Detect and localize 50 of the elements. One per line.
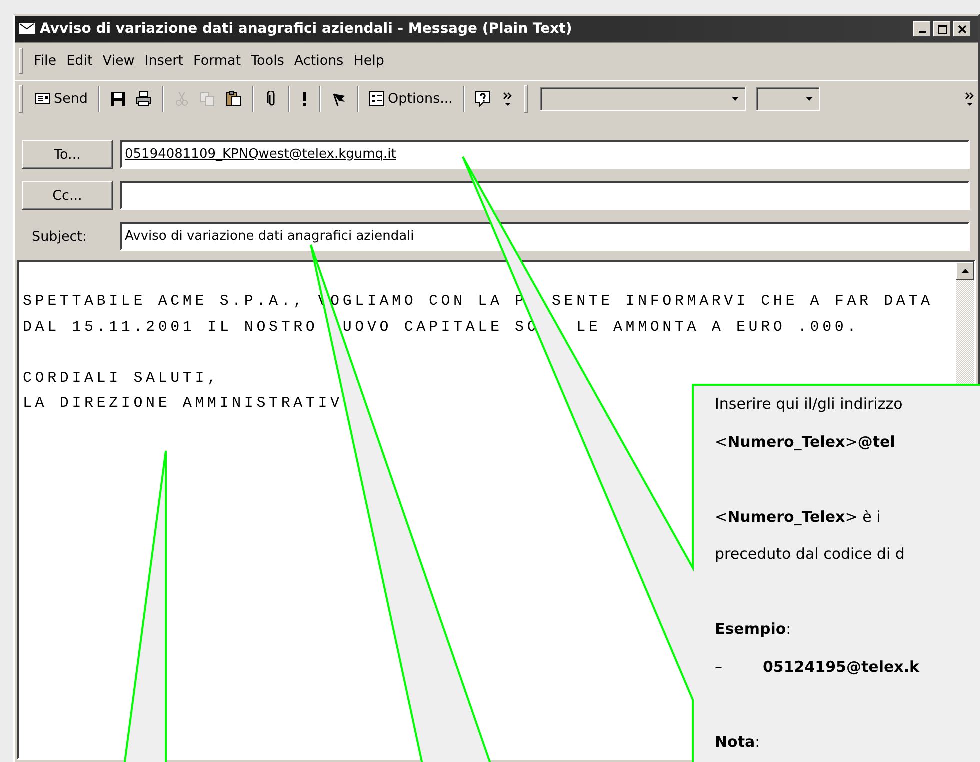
text-field[interactable]: Avviso di variazione dati anagrafici aziendali [120,222,970,251]
minimize-button[interactable] [913,21,931,37]
minimize-icon [918,31,926,33]
menu-item[interactable]: File [29,51,62,71]
recipient-button[interactable]: Cc... [22,181,113,210]
callout-text: Nota: [715,732,760,750]
menu-item[interactable]: View [98,51,140,71]
menu-item[interactable]: Format [188,51,246,71]
field-label: Subject: [31,228,88,244]
envelope-icon [19,21,35,37]
letter-icon [35,91,51,107]
callout-text: 05124195@telex.k [763,658,920,676]
maximize-button[interactable] [933,21,951,37]
window-title: Avviso di variazione dati anagrafici aziendali - Message (Plain Text) [40,21,574,37]
menu-item[interactable]: Insert [140,51,189,71]
chevron-icon [965,91,974,107]
options-button[interactable]: Options... [365,85,457,113]
caret-icon [732,97,739,101]
text-field[interactable] [120,181,970,210]
callout-text: <Numero_Telex> è i [715,508,881,526]
close-icon [958,24,966,34]
flag-icon [331,91,348,107]
clipboard-icon [226,91,242,107]
options-icon [369,91,386,107]
maximize-icon [938,24,946,34]
text-field[interactable]: 05194081109_KPNQwest@telex.kgumq.it [120,140,970,169]
chevron-icon [502,91,512,107]
copy-icon [200,91,216,107]
menu-item[interactable]: Help [348,51,390,71]
caret-icon [806,97,813,101]
send-button[interactable]: Send [31,85,92,113]
callout-text: <Numero_Telex>@tel [715,432,896,450]
callout-text: Inserire qui il/gli indirizzo [715,395,903,413]
printer-icon [136,91,152,107]
scroll-up-button[interactable] [956,262,974,280]
bullet-mark: – [715,656,724,678]
dropdown[interactable] [540,87,746,111]
menu-item[interactable]: Edit [62,51,98,71]
up-arrow-icon [962,269,968,273]
dropdown[interactable] [756,87,820,111]
menu-item[interactable]: Tools [246,51,290,71]
callout-text: preceduto dal codice di d [715,545,905,563]
scissors-icon [174,91,190,107]
message-line: CORDIALI SALUTI, [23,368,220,388]
callout-text: Esempio: [715,620,792,638]
message-line: LA DIREZIONE AMMINISTRATIV [23,394,343,414]
menu-item[interactable]: Actions [289,51,349,71]
recipient-button[interactable]: To... [22,140,113,169]
help-icon [474,91,491,107]
close-button[interactable] [953,21,971,37]
